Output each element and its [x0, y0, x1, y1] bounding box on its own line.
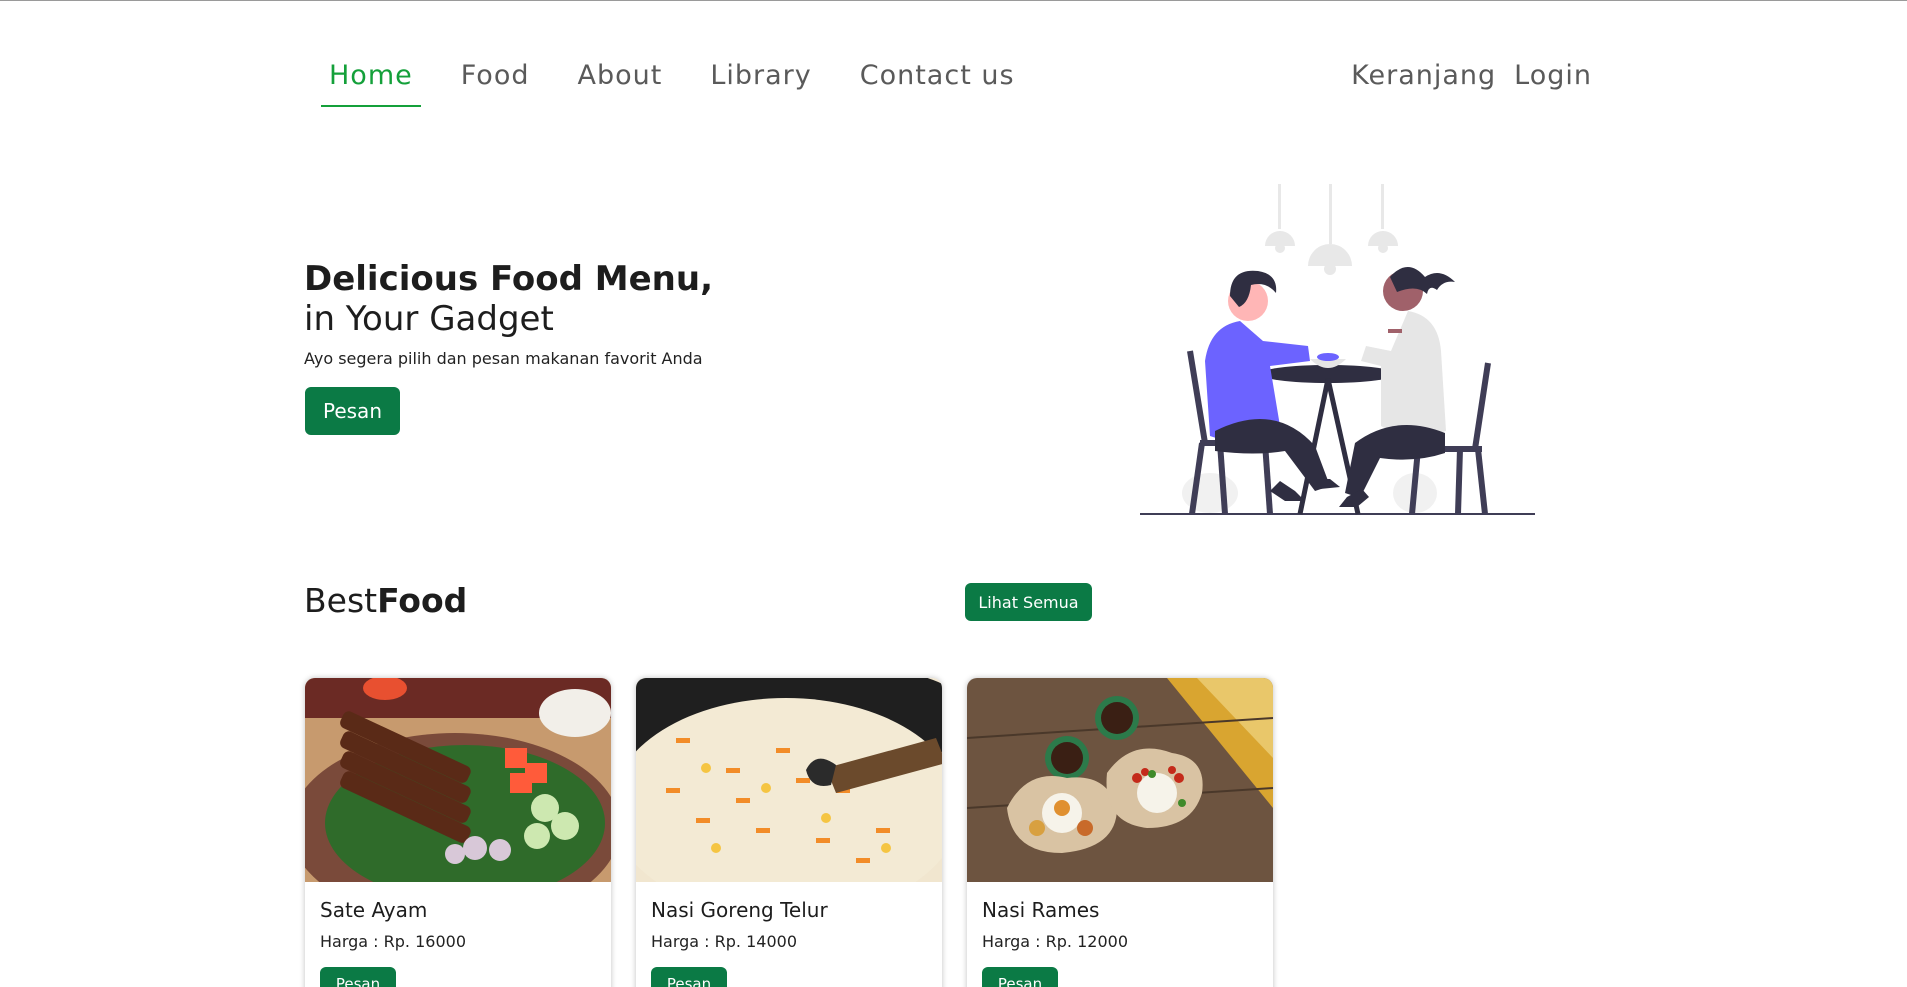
see-all-button[interactable]: Lihat Semua [965, 583, 1092, 621]
food-image-nasi-rames [967, 678, 1273, 882]
food-image-nasi-goreng [636, 678, 942, 882]
card-body: Sate Ayam Harga : Rp. 16000 Pesan [305, 882, 611, 987]
food-price: Harga : Rp. 16000 [320, 932, 466, 951]
order-button[interactable]: Pesan [320, 967, 396, 987]
main-nav: Home Food About Library Contact us [321, 55, 1055, 107]
dining-couple-illustration [1140, 184, 1535, 515]
food-name: Nasi Rames [982, 898, 1100, 922]
nav-login[interactable]: Login [1514, 55, 1592, 107]
nav-home[interactable]: Home [321, 55, 421, 107]
card-body: Nasi Goreng Telur Harga : Rp. 14000 Pesa… [636, 882, 942, 987]
hero-subtitle: in Your Gadget [304, 299, 554, 339]
food-name: Nasi Goreng Telur [651, 898, 828, 922]
section-title: BestFood [304, 581, 467, 620]
food-price: Harga : Rp. 14000 [651, 932, 797, 951]
nav-cart[interactable]: Keranjang [1351, 55, 1496, 107]
hero-description: Ayo segera pilih dan pesan makanan favor… [304, 349, 703, 368]
nav-library[interactable]: Library [702, 55, 819, 107]
food-name: Sate Ayam [320, 898, 428, 922]
hero-title: Delicious Food Menu, [304, 259, 713, 299]
nav-right: Keranjang Login [1351, 55, 1592, 107]
food-cards: Sate Ayam Harga : Rp. 16000 Pesan Nasi G… [305, 678, 1273, 987]
section-title-light: Best [304, 581, 378, 620]
nav-contact[interactable]: Contact us [852, 55, 1023, 107]
nav-food[interactable]: Food [453, 55, 538, 107]
order-button[interactable]: Pesan [982, 967, 1058, 987]
food-image-sate [305, 678, 611, 882]
card-body: Nasi Rames Harga : Rp. 12000 Pesan [967, 882, 1273, 987]
section-title-bold: Food [377, 581, 468, 620]
food-card: Nasi Rames Harga : Rp. 12000 Pesan [967, 678, 1273, 987]
food-price: Harga : Rp. 12000 [982, 932, 1128, 951]
nav-about[interactable]: About [569, 55, 670, 107]
food-card: Sate Ayam Harga : Rp. 16000 Pesan [305, 678, 611, 987]
food-card: Nasi Goreng Telur Harga : Rp. 14000 Pesa… [636, 678, 942, 987]
order-button[interactable]: Pesan [651, 967, 727, 987]
hero-order-button[interactable]: Pesan [305, 387, 400, 435]
